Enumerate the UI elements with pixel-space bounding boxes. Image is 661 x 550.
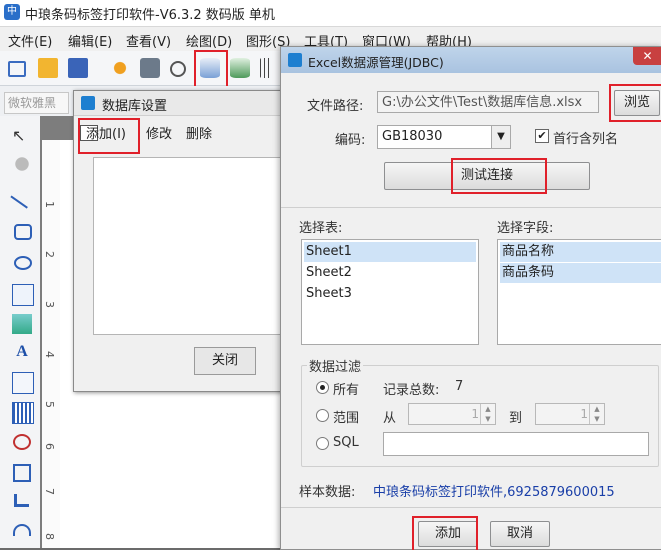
print-icon[interactable] bbox=[140, 58, 160, 78]
image-tool-icon[interactable] bbox=[12, 284, 34, 306]
ruler-tick: 1 bbox=[43, 201, 56, 208]
browse-button-highlight bbox=[609, 84, 661, 122]
add-button-highlight bbox=[78, 118, 140, 154]
list-item[interactable]: Sheet1 bbox=[304, 242, 476, 262]
divider bbox=[281, 207, 661, 208]
ruler-tick: 5 bbox=[43, 401, 56, 408]
sql-input[interactable] bbox=[383, 432, 649, 456]
settings-gear-icon[interactable] bbox=[110, 58, 130, 78]
range-from-stepper[interactable]: 1 ▲ ▼ bbox=[408, 403, 496, 425]
filter-all-label: 所有 bbox=[333, 383, 360, 398]
range-to-value: 1 bbox=[580, 407, 588, 421]
ellipse-tool-icon[interactable] bbox=[14, 256, 32, 270]
database-icon bbox=[288, 53, 302, 67]
sample-data-value: 中琅条码标签打印软件,6925879600015 bbox=[373, 485, 615, 500]
dialog-title: Excel数据源管理(JDBC) bbox=[308, 55, 444, 70]
list-item[interactable]: Sheet2 bbox=[304, 263, 476, 283]
range-from-label: 从 bbox=[383, 411, 397, 426]
select-table-label: 选择表: bbox=[299, 221, 343, 236]
ruler-tick: 8 bbox=[43, 533, 56, 540]
picture-tool-icon[interactable] bbox=[12, 314, 32, 334]
list-item[interactable]: 商品条码 bbox=[500, 263, 661, 283]
rich-text-icon[interactable] bbox=[12, 372, 34, 394]
pointer-icon[interactable]: ↖ bbox=[12, 126, 32, 146]
app-title-bar: 中 中琅条码标签打印软件-V6.3.2 数码版 单机 bbox=[0, 0, 661, 27]
ruler-tick: 6 bbox=[43, 443, 56, 450]
record-total-value: 7 bbox=[455, 379, 464, 394]
ruler-tick: 2 bbox=[43, 251, 56, 258]
add-button-highlight bbox=[412, 516, 478, 550]
cancel-button[interactable]: 取消 bbox=[490, 521, 550, 547]
filter-group-label: 数据过滤 bbox=[307, 356, 364, 375]
chevron-down-icon[interactable]: ▼ bbox=[491, 126, 510, 148]
database-icon bbox=[81, 96, 95, 110]
filter-range-label: 范围 bbox=[333, 411, 360, 426]
save-icon[interactable] bbox=[68, 58, 88, 78]
edit-button[interactable]: 修改 bbox=[146, 123, 172, 142]
menu-edit[interactable]: 编辑(E) bbox=[68, 31, 112, 50]
sample-data-label: 样本数据: bbox=[299, 485, 356, 500]
first-row-header-label: 首行含列名 bbox=[553, 132, 619, 147]
print-preview-icon[interactable] bbox=[170, 61, 186, 77]
filter-sql-label: SQL bbox=[333, 435, 359, 450]
ruler-tick: 3 bbox=[43, 301, 56, 308]
excel-datasource-dialog: Excel数据源管理(JDBC) ✕ 文件路径: G:\办公文件\Test\数据… bbox=[280, 46, 661, 550]
filter-range-radio[interactable] bbox=[316, 409, 329, 422]
ruler-tick: 7 bbox=[43, 488, 56, 495]
encoding-select[interactable]: GB18030 ▼ bbox=[377, 125, 511, 149]
ruler-tick: 4 bbox=[43, 351, 56, 358]
list-item[interactable]: 商品名称 bbox=[500, 242, 661, 262]
close-icon[interactable]: ✕ bbox=[633, 47, 661, 65]
drag-icon[interactable] bbox=[12, 154, 32, 174]
left-toolbox: ↖ A bbox=[0, 116, 41, 548]
new-file-icon[interactable] bbox=[8, 61, 26, 77]
database-settings-icon[interactable] bbox=[230, 58, 250, 78]
menu-draw[interactable]: 绘图(D) bbox=[186, 31, 232, 50]
shape-tool-icon[interactable] bbox=[13, 434, 31, 450]
curve-tool-icon[interactable] bbox=[14, 494, 29, 507]
file-path-field[interactable]: G:\办公文件\Test\数据库信息.xlsx bbox=[377, 91, 599, 113]
record-total-label: 记录总数: bbox=[383, 383, 440, 398]
close-button[interactable]: 关闭 bbox=[194, 347, 256, 375]
datasource-list[interactable] bbox=[93, 157, 295, 335]
filter-sql-radio[interactable] bbox=[316, 437, 329, 450]
dialog-title-bar[interactable]: Excel数据源管理(JDBC) ✕ bbox=[281, 47, 661, 73]
qrcode-tool-icon[interactable] bbox=[13, 464, 31, 482]
menu-file[interactable]: 文件(E) bbox=[8, 31, 52, 50]
dialog-title: 数据库设置 bbox=[102, 99, 168, 114]
rectangle-tool-icon[interactable] bbox=[14, 224, 32, 240]
range-from-value: 1 bbox=[471, 407, 479, 421]
app-logo-icon: 中 bbox=[4, 4, 20, 20]
menu-view[interactable]: 查看(V) bbox=[126, 31, 171, 50]
test-connection-highlight bbox=[451, 158, 547, 194]
encoding-value: GB18030 bbox=[382, 129, 443, 144]
encoding-label: 编码: bbox=[335, 133, 366, 148]
grid-icon[interactable] bbox=[260, 58, 272, 78]
file-path-label: 文件路径: bbox=[307, 99, 364, 114]
stepper-arrows-icon[interactable]: ▲ ▼ bbox=[589, 404, 604, 424]
select-fields-label: 选择字段: bbox=[497, 221, 554, 236]
database-icon-highlight bbox=[194, 50, 228, 90]
font-select[interactable]: 微软雅黑 bbox=[4, 92, 69, 114]
table-list[interactable]: Sheet1 Sheet2 Sheet3 bbox=[301, 239, 479, 345]
first-row-header-checkbox[interactable]: ✔ bbox=[535, 129, 549, 143]
barcode-tool-icon[interactable] bbox=[12, 402, 34, 424]
line-tool-icon[interactable] bbox=[10, 187, 34, 209]
field-list[interactable]: 商品名称 商品条码 bbox=[497, 239, 661, 345]
list-item[interactable]: Sheet3 bbox=[304, 284, 476, 304]
text-tool-icon[interactable]: A bbox=[12, 342, 32, 362]
delete-button[interactable]: 删除 bbox=[186, 123, 212, 142]
dialog-title-bar[interactable]: 数据库设置 bbox=[74, 91, 289, 116]
arc-tool-icon[interactable] bbox=[13, 524, 31, 536]
range-to-stepper[interactable]: 1 ▲ ▼ bbox=[535, 403, 605, 425]
vertical-ruler: 1 2 3 4 5 6 7 8 bbox=[42, 140, 61, 548]
range-to-label: 到 bbox=[509, 411, 523, 426]
divider bbox=[281, 507, 661, 508]
filter-all-radio[interactable] bbox=[316, 381, 329, 394]
app-title: 中琅条码标签打印软件-V6.3.2 数码版 单机 bbox=[25, 8, 275, 23]
stepper-arrows-icon[interactable]: ▲ ▼ bbox=[480, 404, 495, 424]
open-folder-icon[interactable] bbox=[38, 58, 58, 78]
